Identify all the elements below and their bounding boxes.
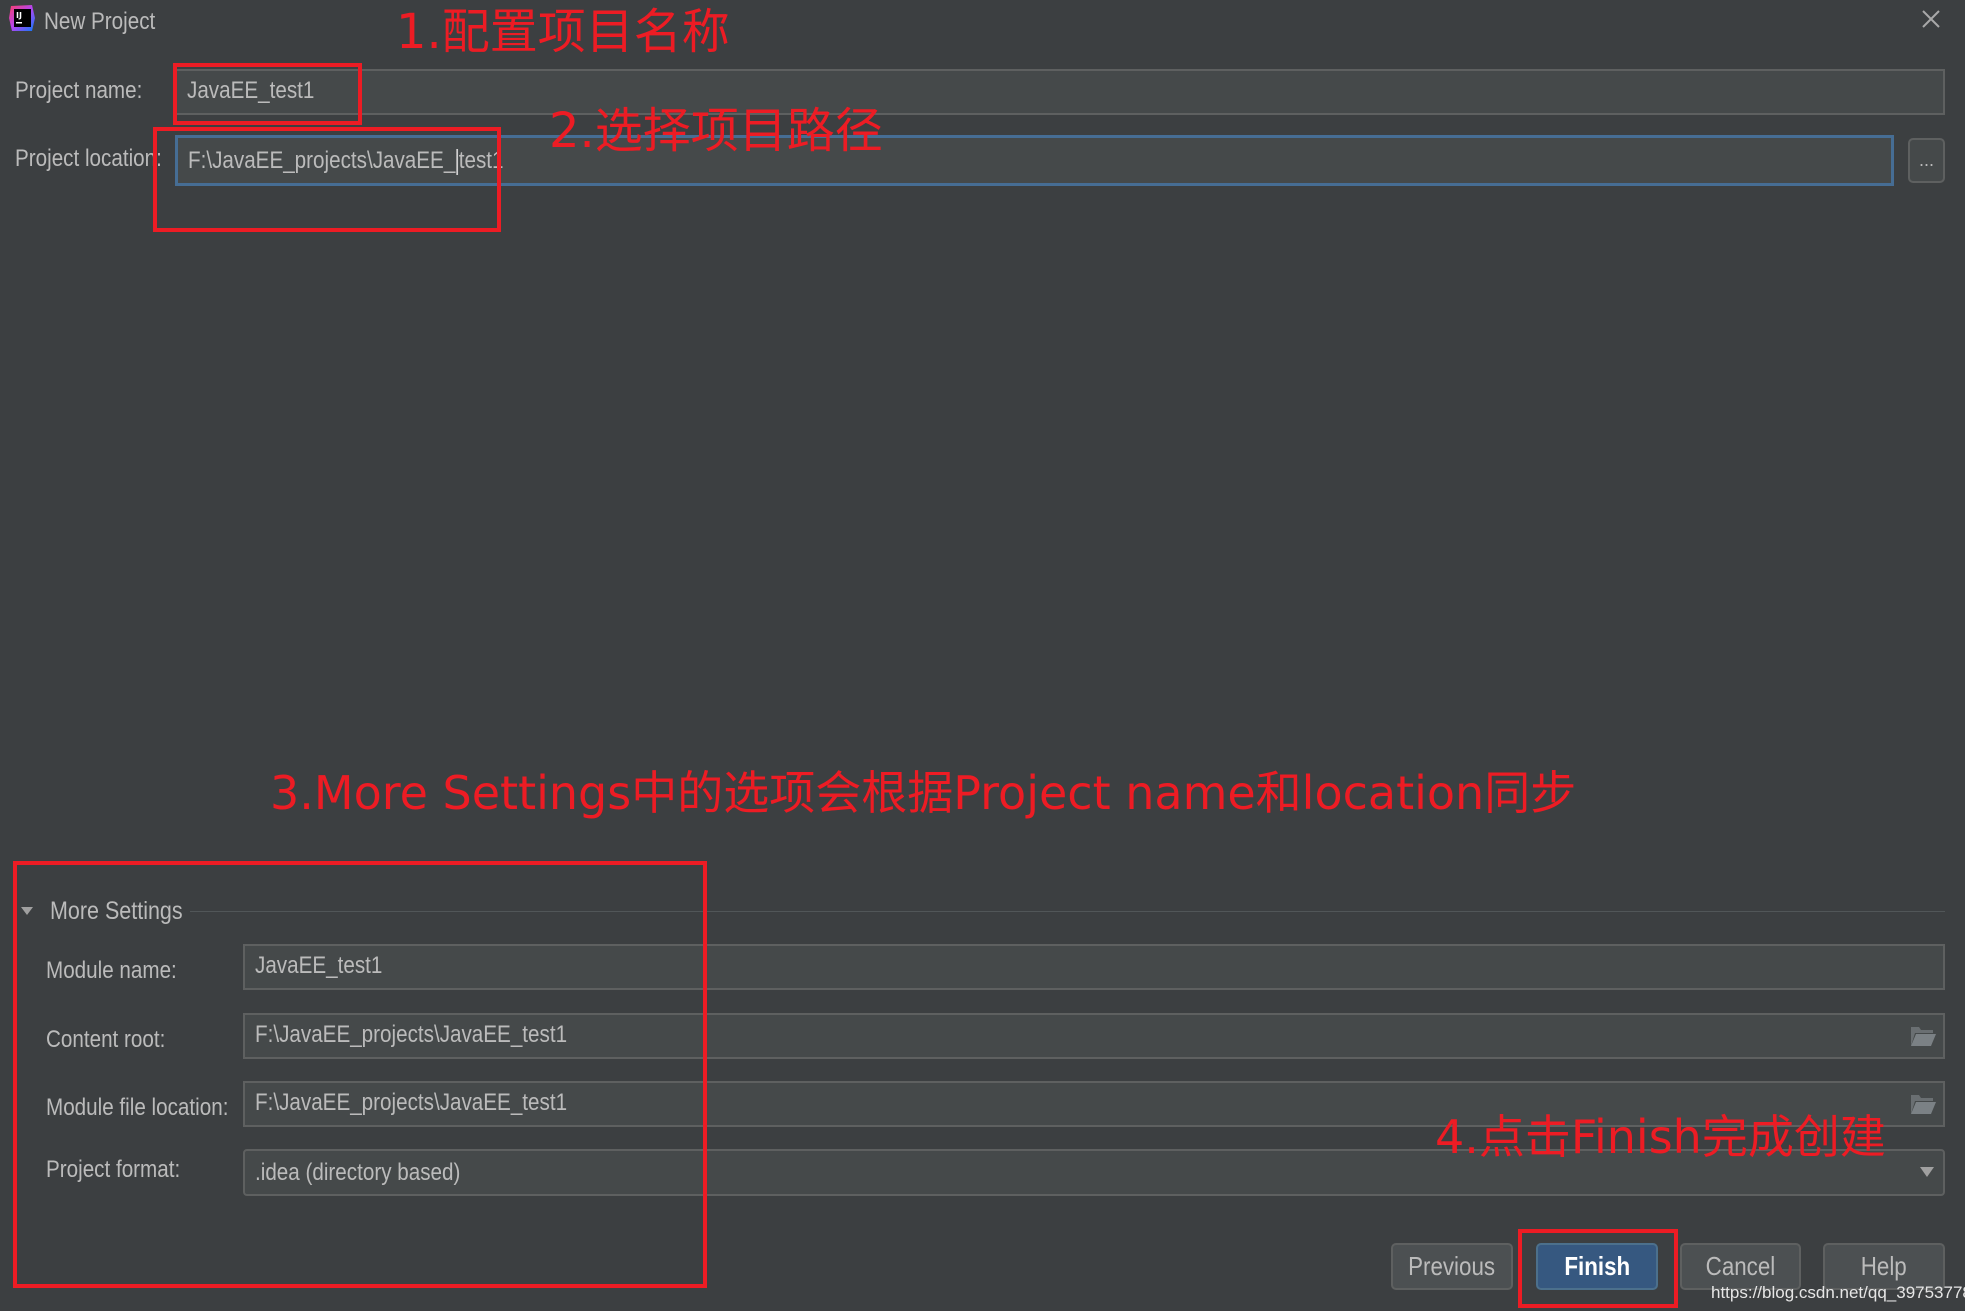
collapse-triangle-icon[interactable] [19,903,35,919]
browse-location-button[interactable]: ... [1908,138,1945,183]
text-caret [456,148,458,175]
annotation-step1: 1.配置项目名称 [396,4,730,60]
close-icon[interactable] [1918,6,1944,32]
module-file-location-label: Module file location: [46,1094,229,1121]
window-title: New Project [44,8,156,35]
help-button-label: Help [1860,1251,1907,1281]
dropdown-arrow-icon[interactable] [1919,1165,1935,1179]
section-separator [190,911,1945,912]
content-root-label: Content root: [46,1026,166,1053]
module-file-location-value: F:\JavaEE_projects\JavaEE_test1 [255,1089,568,1116]
project-location-input[interactable]: F:\JavaEE_projects\JavaEE_ test1 [175,135,1894,186]
project-format-label: Project format: [46,1156,181,1183]
project-format-value: .idea (directory based) [255,1159,461,1186]
project-location-label: Project location: [15,145,162,172]
previous-button-label: Previous [1408,1251,1496,1281]
module-name-input[interactable]: JavaEE_test1 [243,944,1945,990]
browse-ellipsis: ... [1918,150,1934,170]
project-name-label: Project name: [15,77,143,104]
project-location-value-start: F:\JavaEE_projects\JavaEE_ [188,147,456,174]
svg-text:IJ: IJ [16,11,22,20]
module-name-value: JavaEE_test1 [255,952,383,979]
annotation-step2: 2.选择项目路径 [549,103,883,159]
module-name-label: Module name: [46,957,177,984]
more-settings-toggle[interactable]: More Settings [50,896,183,926]
folder-icon[interactable] [1909,1092,1937,1116]
annotation-step4: 4.点击Finish完成创建 [1435,1110,1886,1164]
intellij-idea-icon: IJ [8,4,36,32]
cancel-button-label: Cancel [1705,1251,1776,1281]
project-name-input[interactable]: JavaEE_test1 [175,69,1945,115]
finish-button[interactable]: Finish [1536,1243,1658,1290]
finish-button-label: Finish [1564,1251,1630,1281]
previous-button[interactable]: Previous [1391,1243,1513,1290]
watermark: https://blog.csdn.net/qq_39753778 [1711,1283,1965,1302]
content-root-value: F:\JavaEE_projects\JavaEE_test1 [255,1021,568,1048]
folder-icon[interactable] [1909,1024,1937,1048]
project-location-value-end: test1 [458,147,504,174]
project-name-value: JavaEE_test1 [187,77,315,104]
annotation-step3: 3.More Settings中的选项会根据Project name和locat… [270,766,1577,820]
content-root-input[interactable]: F:\JavaEE_projects\JavaEE_test1 [243,1013,1945,1059]
